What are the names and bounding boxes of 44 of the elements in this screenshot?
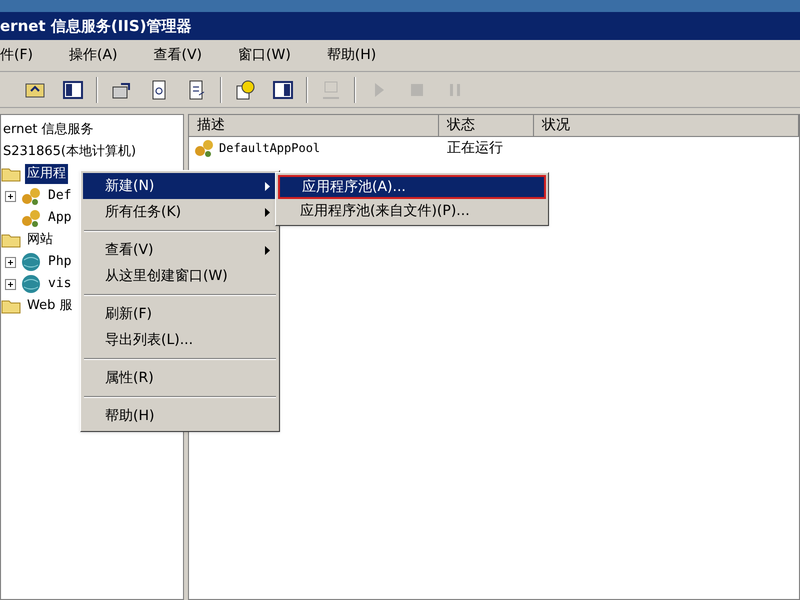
menu-item[interactable]: 应用程序池(来自文件)(P)... xyxy=(278,199,546,223)
tree-item[interactable]: vis xyxy=(46,274,74,294)
tree-item[interactable]: ernet 信息服务 xyxy=(1,120,96,140)
column-header[interactable]: 描述 xyxy=(189,115,439,137)
menu-item[interactable]: 帮助(H) xyxy=(83,403,277,429)
menu-item[interactable]: 属性(R) xyxy=(83,365,277,391)
tree-item[interactable]: 网站 xyxy=(25,230,55,250)
globe-icon xyxy=(20,252,42,272)
expander-icon[interactable] xyxy=(5,256,16,268)
menu-item[interactable]: 操作(A) xyxy=(68,45,118,66)
menu-item[interactable]: 件(F) xyxy=(0,45,33,66)
column-header[interactable]: 状况 xyxy=(534,115,799,137)
column-header[interactable]: 状态 xyxy=(439,115,534,137)
submenu-arrow-icon xyxy=(265,246,271,254)
menu-item[interactable]: 所有任务(K) xyxy=(83,199,277,225)
tree-item[interactable]: S231865(本地计算机) xyxy=(1,142,138,162)
menu-item[interactable]: 导出列表(L)... xyxy=(83,327,277,353)
gear-cluster-icon xyxy=(20,186,42,206)
menu-item[interactable]: 从这里创建窗口(W) xyxy=(83,263,277,289)
table-cell-text: DefaultAppPool xyxy=(219,140,320,157)
tree-item[interactable]: Php xyxy=(46,252,74,272)
expander-icon[interactable] xyxy=(5,190,16,202)
menu-item[interactable]: 帮助(H) xyxy=(326,45,376,66)
menu-item[interactable]: 应用程序池(A)... xyxy=(278,175,546,199)
menu-item[interactable]: 新建(N) xyxy=(83,173,277,199)
menu-item[interactable]: 刷新(F) xyxy=(83,301,277,327)
folder-icon xyxy=(1,232,21,248)
expander-icon[interactable] xyxy=(5,278,16,290)
tree-item[interactable]: Def xyxy=(46,186,74,206)
folder-icon xyxy=(1,298,21,314)
tree-item[interactable]: Web 服 xyxy=(25,296,74,316)
gear-cluster-icon xyxy=(20,208,42,228)
submenu-arrow-icon xyxy=(265,182,271,190)
menu-item[interactable]: 窗口(W) xyxy=(238,45,291,66)
gear-cluster-icon xyxy=(193,138,215,158)
table-cell-text: 正在运行 xyxy=(446,138,504,158)
tree-item[interactable]: App xyxy=(46,208,74,228)
menu-item[interactable]: 查看(V) xyxy=(154,45,202,66)
folder-icon xyxy=(1,166,21,182)
submenu-arrow-icon xyxy=(265,208,271,216)
globe-icon xyxy=(20,274,42,294)
menu-item[interactable]: 查看(V) xyxy=(83,237,277,263)
tree-item[interactable]: 应用程 xyxy=(25,164,68,184)
window-title: ernet 信息服务(IIS)管理器 xyxy=(0,16,192,37)
